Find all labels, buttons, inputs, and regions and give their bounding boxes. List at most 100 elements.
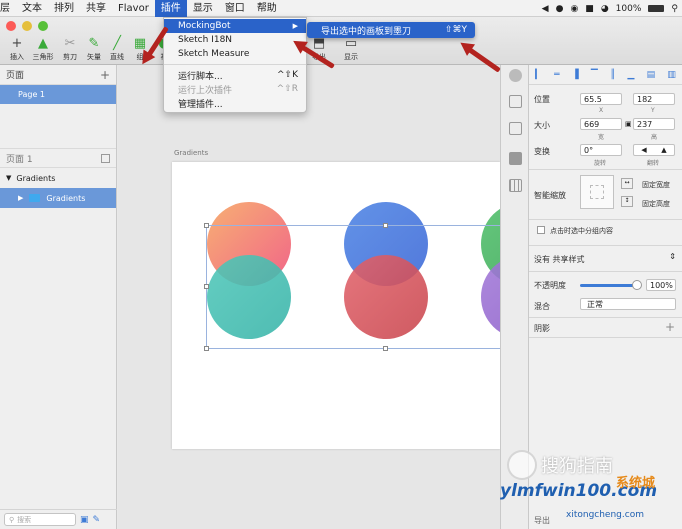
tiles-icon[interactable]: [509, 152, 522, 165]
zoom-window-button[interactable]: [38, 21, 48, 31]
layer-search-input[interactable]: ⚲ 搜索: [4, 513, 76, 526]
align-bottom-icon[interactable]: ▁: [628, 70, 635, 80]
align-right-icon[interactable]: ▐: [572, 70, 579, 80]
distribute-h-icon[interactable]: ▤: [647, 70, 656, 80]
flip-horizontal-icon[interactable]: ◀: [641, 146, 646, 154]
export-layers-icon[interactable]: ▣: [80, 515, 89, 525]
distribute-v-icon[interactable]: ▥: [667, 70, 676, 80]
menu-1[interactable]: 文本: [16, 0, 48, 17]
height-field[interactable]: 237: [633, 118, 675, 130]
list-icon[interactable]: [509, 122, 522, 135]
wifi-icon[interactable]: ◕: [601, 4, 609, 14]
resizing-widget[interactable]: [580, 175, 614, 209]
x-field[interactable]: 65.5: [580, 93, 622, 105]
close-window-button[interactable]: [6, 21, 16, 31]
export-label[interactable]: 导出: [534, 515, 550, 526]
align-left-icon[interactable]: ▎: [535, 70, 542, 80]
page-item[interactable]: Page 1: [0, 85, 116, 104]
watermark-brand: 搜狗指南: [541, 456, 613, 477]
grid-icon[interactable]: [509, 179, 522, 192]
menu-6[interactable]: 显示: [187, 0, 219, 17]
triangle-icon: ▲: [38, 36, 48, 51]
plugins-menu-item-2[interactable]: Sketch Measure: [164, 47, 306, 61]
resize-handle[interactable]: [204, 284, 209, 289]
rotation-field[interactable]: 0°: [580, 144, 622, 156]
size-label: 大小: [534, 121, 550, 130]
shield-icon[interactable]: ■: [585, 4, 594, 14]
y-sublabel: Y: [651, 107, 655, 114]
x-sublabel: X: [599, 107, 604, 114]
flip-buttons[interactable]: ◀ ▲: [633, 144, 675, 156]
fix-height-icon[interactable]: ↕: [621, 196, 633, 207]
edit-layers-icon[interactable]: ✎: [93, 515, 101, 525]
menu-3[interactable]: 共享: [80, 0, 112, 17]
folder-icon: [29, 194, 41, 202]
menu-item-label: 管理插件...: [178, 99, 223, 110]
width-field[interactable]: 669: [580, 118, 622, 130]
flip-vertical-icon[interactable]: ▲: [661, 146, 666, 154]
badge-icon[interactable]: [509, 69, 522, 82]
blend-label: 混合: [534, 302, 550, 311]
minimize-window-button[interactable]: [22, 21, 32, 31]
align-top-icon[interactable]: ▔: [591, 70, 598, 80]
tool-button-8[interactable]: ▭ 显示: [337, 35, 365, 62]
disclosure-down-icon[interactable]: ▼: [6, 174, 11, 182]
plugins-menu: MockingBot ▶ Sketch I18N Sketch Measure 运行脚本…: [163, 17, 307, 113]
menu-item-shortcut: ^⇧K: [277, 70, 298, 80]
add-page-icon[interactable]: +: [100, 68, 110, 82]
notification-icon[interactable]: ◀: [542, 4, 549, 14]
menu-0[interactable]: 层: [0, 0, 16, 17]
resize-handle[interactable]: [204, 223, 209, 228]
opacity-label: 不透明度: [534, 281, 566, 290]
plugins-menu-item-1[interactable]: Sketch I18N: [164, 33, 306, 47]
opacity-field[interactable]: 100%: [646, 279, 676, 291]
rotation-sublabel: 旋转: [594, 160, 607, 167]
window-controls: [6, 21, 48, 31]
blend-select[interactable]: 正常: [580, 298, 676, 310]
lock-icon[interactable]: ▣: [625, 120, 632, 128]
select-arrows-icon[interactable]: ⇕: [669, 252, 676, 261]
menu-4[interactable]: Flavor: [112, 0, 155, 17]
align-middle-icon[interactable]: ║: [610, 70, 615, 80]
battery-icon[interactable]: [648, 5, 665, 12]
layer-row-artboard[interactable]: ▼ Gradients: [0, 168, 116, 188]
add-shadow-icon[interactable]: +: [665, 320, 675, 334]
resize-handle[interactable]: [383, 346, 388, 351]
click-select-checkbox[interactable]: [537, 226, 545, 234]
page-icon[interactable]: [509, 95, 522, 108]
plugins-menu-item-3[interactable]: 运行脚本... ^⇧K: [164, 68, 306, 82]
resizing-label: 智能缩放: [534, 191, 566, 200]
disclosure-right-icon[interactable]: ▶: [18, 194, 23, 202]
collapse-layers-icon[interactable]: [101, 153, 110, 163]
tool-button-0[interactable]: + 插入: [3, 35, 31, 62]
plugins-menu-item-0[interactable]: MockingBot ▶: [164, 19, 306, 33]
submenu-item-export-artboard[interactable]: 导出选中的画板到墨刀 ⇧⌘Y: [307, 22, 475, 38]
opacity-slider[interactable]: [580, 284, 638, 287]
divider: [529, 245, 682, 246]
resize-handle[interactable]: [383, 223, 388, 228]
layer-name: Gradients: [46, 193, 86, 203]
artboard[interactable]: [172, 162, 500, 449]
divider: [529, 317, 682, 318]
search-icon[interactable]: ⚲: [671, 4, 678, 14]
wechat-icon[interactable]: ◉: [570, 4, 578, 14]
tool-button-1[interactable]: ▲ 三角形: [29, 35, 57, 62]
plugins-menu-item-5[interactable]: 管理插件...: [164, 96, 306, 110]
resize-handle[interactable]: [204, 346, 209, 351]
layers-title: 页面 1: [6, 154, 33, 165]
shared-style-select[interactable]: 没有 共享样式: [534, 254, 585, 265]
fix-height-label: 固定高度: [642, 200, 670, 208]
canvas[interactable]: Gradients: [118, 65, 500, 529]
selection-box[interactable]: [206, 225, 500, 349]
menu-2[interactable]: 排列: [48, 0, 80, 17]
align-center-icon[interactable]: ═: [554, 70, 559, 80]
artboard-title[interactable]: Gradients: [174, 149, 208, 157]
menu-8[interactable]: 帮助: [251, 0, 283, 17]
menu-5[interactable]: 插件: [154, 0, 187, 17]
qq-icon[interactable]: ●: [556, 4, 564, 14]
fix-width-icon[interactable]: ↔: [621, 178, 633, 189]
menu-7[interactable]: 窗口: [219, 0, 251, 17]
y-field[interactable]: 182: [633, 93, 675, 105]
layer-row-group[interactable]: ▶ Gradients: [0, 188, 116, 208]
opacity-slider-knob[interactable]: [632, 280, 642, 290]
